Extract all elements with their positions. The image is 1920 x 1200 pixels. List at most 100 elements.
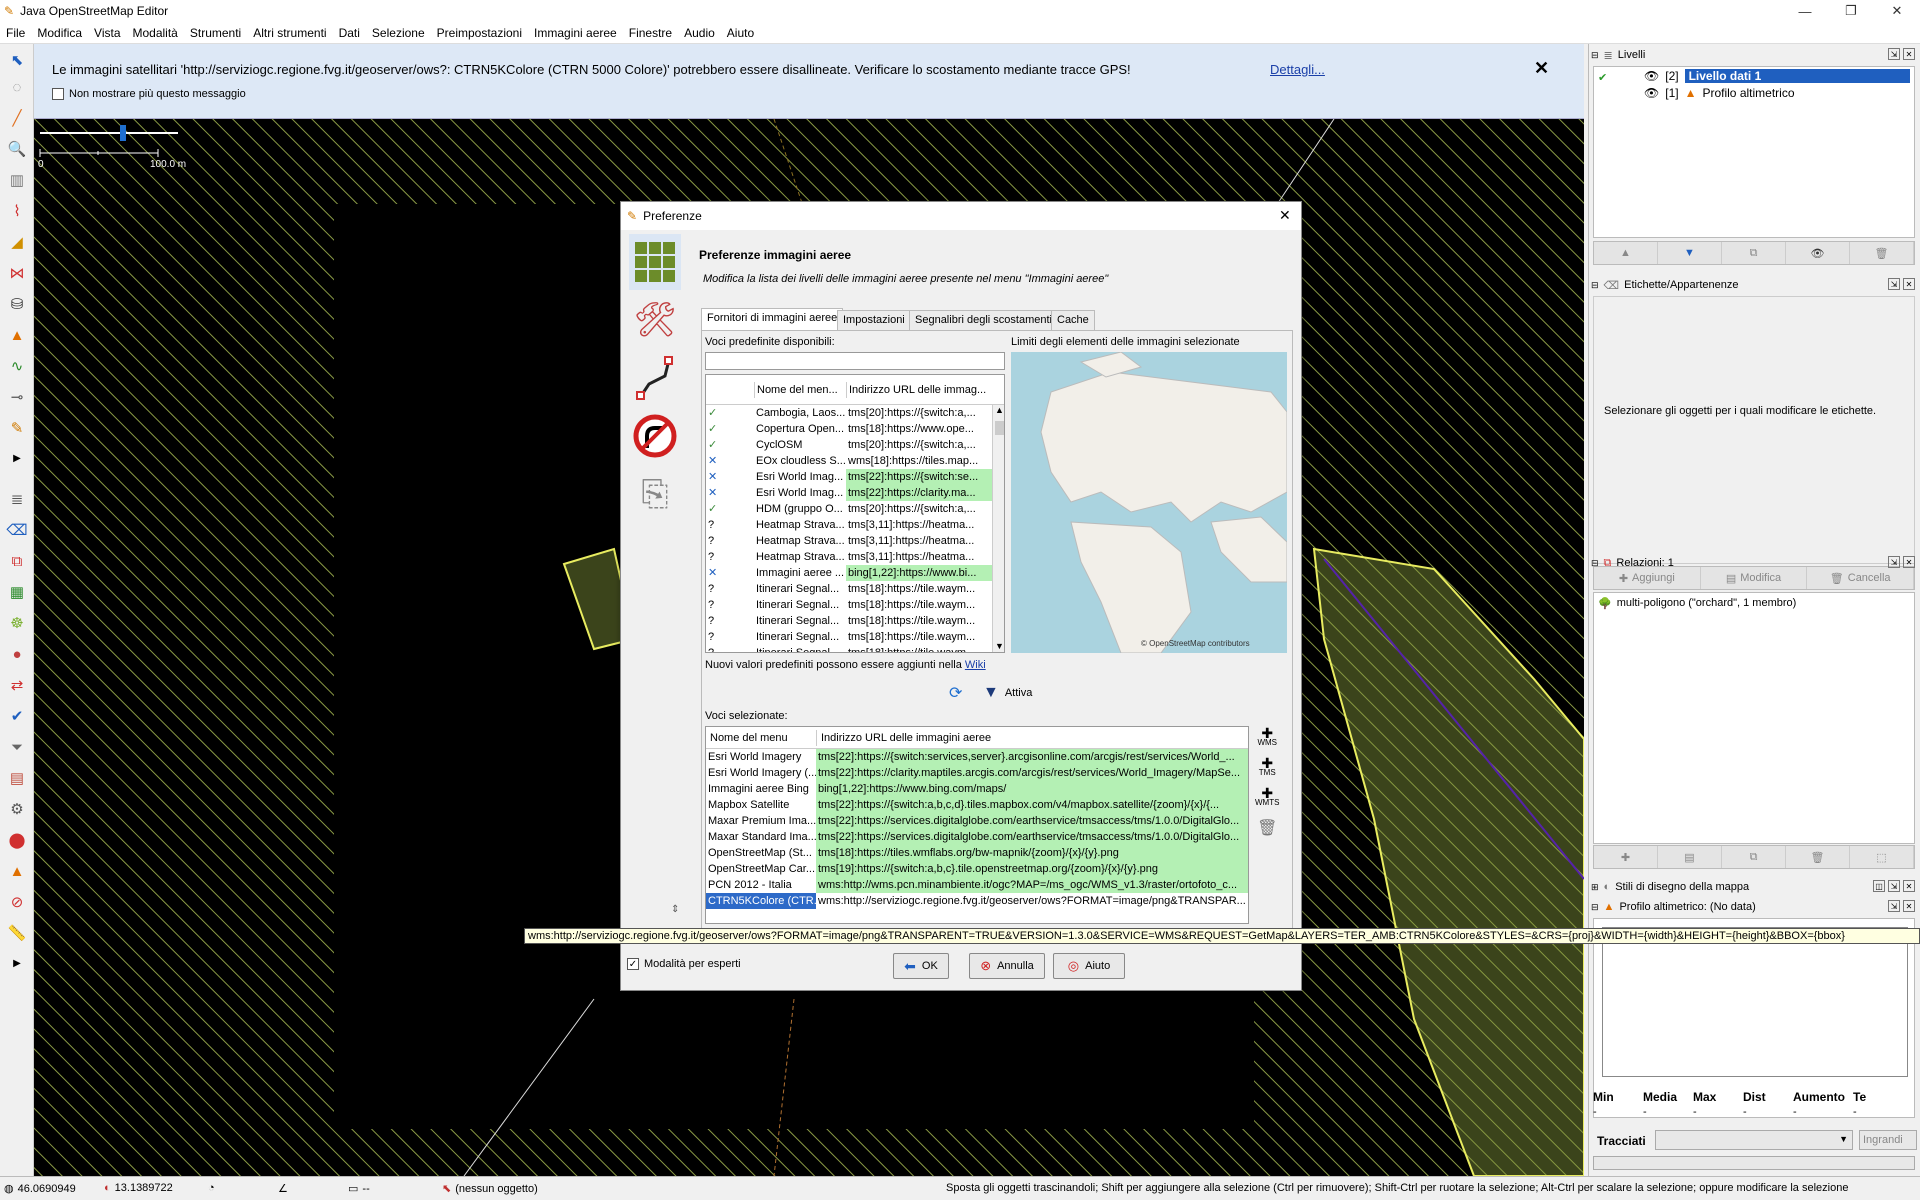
- tracks-select[interactable]: ▼: [1655, 1130, 1853, 1150]
- row-menu-name[interactable]: Mapbox Satellite: [706, 797, 816, 813]
- menu-finestre[interactable]: Finestre: [623, 26, 678, 40]
- delete-tool-icon[interactable]: ▥: [5, 168, 29, 192]
- close-window-button[interactable]: ✕: [1874, 0, 1920, 22]
- select-relation-button[interactable]: ⬚: [1850, 846, 1914, 868]
- table-row[interactable]: ✓ CyclOSM tms[20]:https://{switch:a,...: [706, 437, 992, 453]
- table-row[interactable]: ? Itinerari Segnal... tms[18]:https://tile…: [706, 581, 992, 597]
- scroll-thumb[interactable]: [995, 421, 1004, 435]
- dock-icon[interactable]: ⇲: [1888, 48, 1900, 60]
- history-icon[interactable]: ▤: [5, 766, 29, 790]
- row-url[interactable]: bing[1,22]:https://www.bing.com/maps/: [816, 781, 1248, 797]
- combine-way-icon[interactable]: ⋈: [5, 261, 29, 285]
- validate-icon[interactable]: ✔: [5, 704, 29, 728]
- measure-icon[interactable]: 📏: [5, 921, 29, 945]
- add-wmts-button[interactable]: ✚ WMTS: [1255, 786, 1279, 808]
- details-link[interactable]: Dettagli...: [1270, 62, 1325, 77]
- table-row[interactable]: CTRN5KColore (CTR... wms:http://serviziog…: [706, 893, 1248, 909]
- menu-modifica[interactable]: Modifica: [31, 26, 88, 40]
- row-menu-name[interactable]: CTRN5KColore (CTR...: [706, 893, 816, 909]
- col-url-header[interactable]: Indirizzo URL delle immagini aeree: [816, 729, 1248, 746]
- table-row[interactable]: Immagini aeree Bing bing[1,22]:https://ww…: [706, 781, 1248, 797]
- table-row[interactable]: ✕ Esri World Imag... tms[22]:https://{swit…: [706, 469, 992, 485]
- tag-icon[interactable]: ⌫: [5, 518, 29, 542]
- horizontal-scrollbar[interactable]: [1593, 1156, 1915, 1170]
- help-button[interactable]: ◎ Aiuto: [1053, 953, 1125, 979]
- ok-button[interactable]: ⬅ OK: [893, 953, 949, 979]
- row-url[interactable]: tms[22]:https://{switch:a,b,c,d}.tiles.m…: [816, 797, 1248, 813]
- gpx-icon[interactable]: ⛁: [5, 292, 29, 316]
- cancel-button[interactable]: ⊗ Annulla: [969, 953, 1045, 979]
- elevation-profile-icon[interactable]: ▲: [5, 859, 29, 883]
- table-row[interactable]: ✓ HDM (gruppo O... tms[20]:https://{switch…: [706, 501, 992, 517]
- elevation-icon[interactable]: ▲: [5, 323, 29, 347]
- close-panel-icon[interactable]: ✕: [1903, 900, 1915, 912]
- table-row[interactable]: ? Itinerari Segnal... tms[18]:https://tile…: [706, 645, 992, 652]
- drawing-prefs-icon[interactable]: [629, 350, 681, 406]
- table-row[interactable]: OpenStreetMap Car... tms[19]:https://{swi…: [706, 861, 1248, 877]
- no-entry-icon[interactable]: ⊘: [5, 890, 29, 914]
- menu-vista[interactable]: Vista: [88, 26, 126, 40]
- close-panel-icon[interactable]: ✕: [1903, 48, 1915, 60]
- add-relation-button[interactable]: ✚: [1594, 846, 1658, 868]
- maximize-button[interactable]: ❐: [1828, 0, 1874, 22]
- notes-icon[interactable]: ⬤: [5, 828, 29, 852]
- lasso-tool-icon[interactable]: ◌: [5, 75, 29, 99]
- row-url[interactable]: wms:http://wms.pcn.minambiente.it/ogc?MA…: [816, 877, 1248, 893]
- settings-icon[interactable]: ◫: [1873, 880, 1885, 892]
- menu-audio[interactable]: Audio: [678, 26, 721, 40]
- table-row[interactable]: PCN 2012 - Italia wms:http://wms.pcn.mina…: [706, 877, 1248, 893]
- close-panel-icon[interactable]: ✕: [1903, 556, 1915, 568]
- menu-selezione[interactable]: Selezione: [366, 26, 431, 40]
- plugin-prefs-icon[interactable]: ⎘: [629, 466, 681, 522]
- close-dialog-icon[interactable]: ✕: [1279, 207, 1291, 224]
- table-row[interactable]: ? Itinerari Segnal... tms[18]:https://tile…: [706, 597, 992, 613]
- table-row[interactable]: ✓ Cambogia, Laos... tms[20]:https://{switc…: [706, 405, 992, 421]
- table-row[interactable]: Maxar Standard Ima... tms[22]:https://ser…: [706, 829, 1248, 845]
- row-url[interactable]: tms[22]:https://clarity.maptiles.arcgis.…: [816, 765, 1248, 781]
- path-tool-icon[interactable]: ∿: [5, 354, 29, 378]
- relation-icon[interactable]: ⧉: [5, 549, 29, 573]
- row-menu-name[interactable]: OpenStreetMap Car...: [706, 861, 816, 877]
- layer-row-1[interactable]: 👁 [2] Livello dati 1: [1644, 68, 1910, 84]
- layers-icon[interactable]: ≣: [5, 487, 29, 511]
- menu-modalita[interactable]: Modalità: [127, 26, 184, 40]
- users-icon[interactable]: ●: [5, 642, 29, 666]
- menu-altri-strumenti[interactable]: Altri strumenti: [247, 26, 332, 40]
- zoom-button[interactable]: Ingrandi: [1859, 1130, 1917, 1150]
- resize-handle-icon[interactable]: ⇕: [671, 904, 679, 915]
- duplicate-relation-button[interactable]: ⧉: [1722, 846, 1786, 868]
- row-menu-name[interactable]: Maxar Premium Ima...: [706, 813, 816, 829]
- table-row[interactable]: ✕ Immagini aeree ... bing[1,22]:https://ww…: [706, 565, 992, 581]
- dock-icon[interactable]: ⇲: [1888, 556, 1900, 568]
- add-tms-button[interactable]: ✚ TMS: [1255, 756, 1279, 778]
- row-url[interactable]: tms[22]:https://services.digitalglobe.co…: [816, 829, 1248, 845]
- tab-offset-bookmarks[interactable]: Segnalibri degli scostamenti: [909, 310, 1058, 330]
- move-down-button[interactable]: ▼: [1658, 242, 1722, 264]
- table-row[interactable]: Maxar Premium Ima... tms[22]:https://serv…: [706, 813, 1248, 829]
- menu-file[interactable]: File: [0, 26, 31, 40]
- row-menu-name[interactable]: Esri World Imagery: [706, 749, 816, 765]
- collapse-icon[interactable]: ⊟: [1591, 558, 1599, 569]
- row-url[interactable]: tms[18]:https://tiles.wmflabs.org/bw-map…: [816, 845, 1248, 861]
- row-menu-name[interactable]: Maxar Standard Ima...: [706, 829, 816, 845]
- table-row[interactable]: Esri World Imagery (... tms[22]:https://c…: [706, 765, 1248, 781]
- checkbox-checked-icon[interactable]: ✓: [627, 958, 639, 970]
- trash-icon[interactable]: 🗑: [1255, 818, 1279, 838]
- row-menu-name[interactable]: PCN 2012 - Italia: [706, 877, 816, 893]
- imagery-prefs-icon[interactable]: [629, 234, 681, 290]
- scroll-down-icon[interactable]: ▼: [995, 641, 1004, 651]
- scroll-up-icon[interactable]: ▲: [995, 405, 1004, 415]
- zoom-tool-icon[interactable]: 🔍: [5, 137, 29, 161]
- row-menu-name[interactable]: Esri World Imagery (...: [706, 765, 816, 781]
- vertical-scrollbar[interactable]: ▲ ▼: [992, 405, 1004, 652]
- menu-strumenti[interactable]: Strumenti: [184, 26, 247, 40]
- table-row[interactable]: ✕ Esri World Imag... tms[22]:https://clari…: [706, 485, 992, 501]
- collapse-icon[interactable]: ⊟: [1591, 50, 1599, 61]
- close-icon[interactable]: ✕: [1534, 58, 1549, 79]
- table-row[interactable]: ? Heatmap Strava... tms[3,11]:https://heat…: [706, 517, 992, 533]
- row-url[interactable]: tms[22]:https://services.digitalglobe.co…: [816, 813, 1248, 829]
- table-row[interactable]: Mapbox Satellite tms[22]:https://{switch:…: [706, 797, 1248, 813]
- improve-way-icon[interactable]: ⊸: [5, 385, 29, 409]
- tab-cache[interactable]: Cache: [1051, 310, 1095, 330]
- changeset-icon[interactable]: ⚙: [5, 797, 29, 821]
